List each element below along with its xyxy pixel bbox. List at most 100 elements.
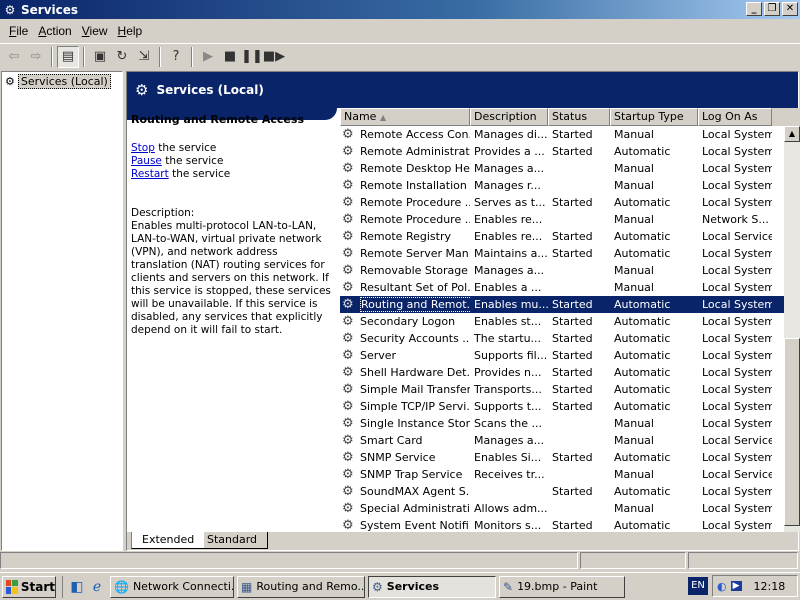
table-row[interactable]: ⚙ Secondary Logon Enables st... Started Auto… — [340, 313, 800, 330]
table-row[interactable]: ⚙ Simple Mail Transfer... Transports... Sta… — [340, 381, 800, 398]
network-icon: 🌐 — [114, 579, 129, 594]
tab-standard[interactable]: Standard — [197, 532, 269, 549]
column-header-status[interactable]: Status — [548, 108, 610, 126]
service-description-cell: Enables mu... — [474, 298, 548, 311]
service-startup-cell: Manual — [614, 281, 654, 294]
vertical-scrollbar[interactable]: ▲ ▼ — [784, 126, 800, 532]
table-row[interactable]: ⚙ Simple TCP/IP Servi... Supports t... Star… — [340, 398, 800, 415]
show-hide-console-tree-icon[interactable]: ▤ — [57, 45, 79, 68]
menu-view[interactable]: View — [77, 24, 113, 38]
export-list-icon[interactable]: ⇲ — [133, 46, 155, 68]
column-header-log-on-as[interactable]: Log On As — [698, 108, 772, 126]
table-row[interactable]: ⚙ Remote Access Con... Manages di... Starte… — [340, 126, 800, 143]
service-description-cell: Manages a... — [474, 264, 545, 277]
service-name-cell: ⚙ Simple Mail Transfer... — [342, 382, 470, 397]
menu-action[interactable]: Action — [33, 24, 76, 38]
properties-icon[interactable]: ▣ — [89, 46, 111, 68]
restore-button[interactable]: ❐ — [764, 2, 780, 16]
gear-icon: ⚙ — [5, 75, 15, 88]
service-name-cell: ⚙ Simple TCP/IP Servi... — [342, 399, 470, 414]
service-startup-cell: Automatic — [614, 400, 671, 413]
table-row[interactable]: ⚙ Security Accounts ... The startu... Start… — [340, 330, 800, 347]
pause-service-icon[interactable]: ❚❚ — [241, 46, 263, 68]
table-row[interactable]: ⚙Remote Administrati... Provides a ... Sta… — [340, 143, 800, 160]
table-row[interactable]: ⚙ SNMP Service Enables Si... Started Automat… — [340, 449, 800, 466]
table-row[interactable]: ⚙ Remote Desktop He... Manages a... Manual L… — [340, 160, 800, 177]
media-player-tray-icon[interactable]: ▶ — [730, 581, 742, 591]
forward-arrow-icon[interactable]: ⇨ — [25, 46, 47, 68]
service-logon-cell: Local System — [702, 196, 772, 209]
table-row[interactable]: ⚙ Removable Storage Manages a... Manual Loca… — [340, 262, 800, 279]
service-description-cell: Manages a... — [474, 162, 545, 175]
service-name-cell: ⚙ Remote Desktop He... — [342, 161, 470, 176]
scroll-up-arrow-icon[interactable]: ▲ — [784, 126, 800, 142]
toolbar-separator — [51, 46, 53, 67]
service-name-cell: ⚙ Routing and Remot... — [340, 297, 470, 312]
service-name-cell: ⚙ SNMP Service — [342, 450, 436, 465]
services-list: Name ▲ Description Status Startup Type L… — [340, 108, 800, 532]
table-row[interactable]: ⚙ SoundMAX Agent S... Started Automatic Loca… — [340, 483, 800, 500]
table-row[interactable]: ⚙ Special Administrati... Allows adm... Man… — [340, 500, 800, 517]
restart-service-icon[interactable]: ■▶ — [263, 46, 285, 68]
table-row[interactable]: ⚙ Remote Procedure ... Serves as t... Start… — [340, 194, 800, 211]
stop-service-icon[interactable]: ■ — [219, 46, 241, 68]
menu-file[interactable]: File — [4, 24, 33, 38]
service-status-cell: Started — [552, 196, 593, 209]
service-status-cell: Started — [552, 366, 593, 379]
soundmax-tray-icon[interactable]: ◐ — [717, 580, 727, 593]
gear-icon: ⚙ — [135, 81, 149, 99]
service-status-cell: Started — [552, 400, 593, 413]
table-row[interactable]: ⚙ Routing and Remot... Enables mu... Starte… — [340, 296, 800, 313]
close-button[interactable]: ✕ — [782, 2, 798, 16]
taskbar-item-network-connections[interactable]: 🌐 Network Connecti... — [110, 575, 234, 598]
stop-service-link[interactable]: Stop — [131, 142, 155, 154]
internet-explorer-icon[interactable]: ℯ — [87, 577, 107, 597]
back-arrow-icon[interactable]: ⇦ — [3, 46, 25, 68]
table-row[interactable]: ⚙ Smart Card Manages a... Manual Local Servi… — [340, 432, 800, 449]
help-icon[interactable]: ? — [165, 46, 187, 68]
taskbar-item-routing[interactable]: ▦ Routing and Remo... — [237, 575, 365, 598]
table-row[interactable]: ⚙ Remote Registry Enables re... Started Auto… — [340, 228, 800, 245]
scrollbar-thumb[interactable] — [784, 338, 800, 526]
windows-logo-icon — [6, 579, 18, 594]
service-description-cell: Manages r... — [474, 179, 541, 192]
start-service-icon[interactable]: ▶ — [197, 46, 219, 68]
language-indicator[interactable]: EN — [688, 577, 708, 595]
routing-icon: ▦ — [241, 579, 253, 594]
service-description-cell: Manages a... — [474, 434, 545, 447]
table-row[interactable]: ⚙ System Event Notifi... Monitors s... Star… — [340, 517, 800, 533]
service-description-cell: Provides a ... — [474, 145, 545, 158]
service-status-cell: Started — [552, 383, 593, 396]
show-desktop-icon[interactable]: ◧ — [67, 577, 87, 597]
service-status-cell: Started — [552, 145, 593, 158]
table-row[interactable]: ⚙ Remote Installation Manages r... Manual Lo… — [340, 177, 800, 194]
table-row[interactable]: ⚙ Server Supports fil... Started Automatic Lo… — [340, 347, 800, 364]
table-row[interactable]: ⚙ Resultant Set of Pol... Enables a ... Man… — [340, 279, 800, 296]
minimize-button[interactable]: _ — [746, 2, 762, 16]
restart-service-link[interactable]: Restart — [131, 168, 169, 180]
tree-node-services-local[interactable]: ⚙ Services (Local) — [5, 74, 122, 89]
service-description-cell: Manages di... — [474, 128, 548, 141]
pause-service-link[interactable]: Pause — [131, 155, 162, 167]
start-button[interactable]: Start — [2, 575, 56, 598]
table-row[interactable]: ⚙ Single Instance Stor... Scans the ... Man… — [340, 415, 800, 432]
column-header-startup-type[interactable]: Startup Type — [610, 108, 698, 126]
menu-help[interactable]: Help — [113, 24, 148, 38]
clock[interactable]: 12:18 — [754, 580, 786, 593]
service-startup-cell: Automatic — [614, 366, 671, 379]
gear-icon: ⚙ — [342, 212, 354, 227]
taskbar-item-services[interactable]: ⚙ Services — [368, 575, 496, 598]
tab-extended[interactable]: Extended — [131, 532, 205, 549]
column-header-description[interactable]: Description — [470, 108, 548, 126]
refresh-icon[interactable]: ↻ — [111, 46, 133, 68]
table-row[interactable]: ⚙ SNMP Trap Service Receives tr... Manual Lo… — [340, 466, 800, 483]
service-logon-cell: Local System — [702, 298, 772, 311]
taskbar-item-paint[interactable]: ✎ 19.bmp - Paint — [499, 575, 625, 598]
column-header-name[interactable]: Name ▲ — [340, 108, 470, 126]
taskbar: Start ◧ ℯ 🌐 Network Connecti... ▦ Routing … — [0, 572, 800, 600]
table-row[interactable]: ⚙ Remote Procedure ... Enables re... Manual… — [340, 211, 800, 228]
table-row[interactable]: ⚙ Shell Hardware Det... Provides n... Start… — [340, 364, 800, 381]
table-row[interactable]: ⚙ Remote Server Man... Maintains a... Start… — [340, 245, 800, 262]
toolbar-separator — [83, 46, 85, 67]
service-logon-cell: Local Service — [702, 468, 772, 481]
